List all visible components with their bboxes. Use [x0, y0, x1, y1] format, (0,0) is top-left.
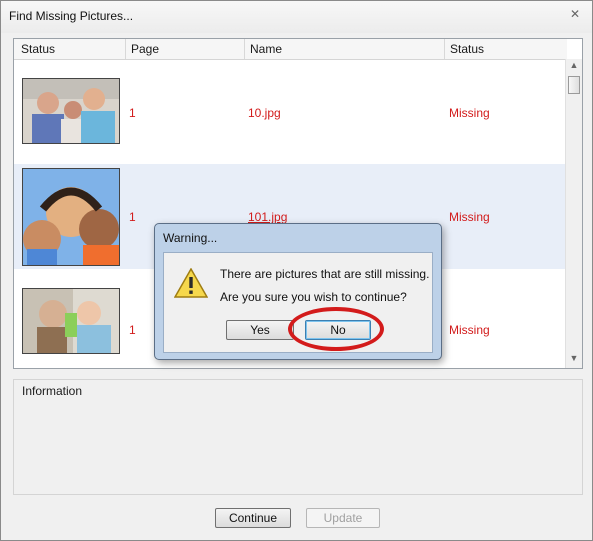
update-button[interactable]: Update: [306, 508, 380, 528]
close-icon[interactable]: ✕: [570, 7, 584, 21]
yes-button[interactable]: Yes: [226, 320, 294, 340]
find-missing-pictures-window: Find Missing Pictures... ✕ Status Page N…: [0, 0, 593, 541]
page-cell: 1: [129, 106, 136, 120]
page-cell: 1: [129, 210, 136, 224]
column-header-name[interactable]: Name: [250, 42, 282, 56]
warning-message-line-2: Are you sure you wish to continue?: [220, 290, 407, 304]
page-cell: 1: [129, 323, 136, 337]
continue-button[interactable]: Continue: [215, 508, 291, 528]
title-bar: Find Missing Pictures... ✕: [1, 1, 592, 33]
status-cell: Missing: [449, 210, 490, 224]
window-title: Find Missing Pictures...: [9, 9, 134, 23]
scrollbar-thumb[interactable]: [568, 76, 580, 94]
information-group: Information: [13, 379, 583, 495]
red-highlight-circle: [288, 307, 384, 351]
dialog-title: Warning...: [163, 231, 218, 245]
picture-thumbnail: [22, 168, 120, 266]
picture-thumbnail: [22, 288, 120, 354]
warning-icon: [174, 268, 208, 298]
column-header-status[interactable]: Status: [450, 42, 484, 56]
column-header-page[interactable]: Page: [131, 42, 159, 56]
column-separator[interactable]: [444, 39, 445, 59]
column-header-status[interactable]: Status: [21, 42, 55, 56]
chevron-down-icon[interactable]: ▼: [566, 353, 582, 367]
chevron-up-icon[interactable]: ▲: [566, 60, 582, 74]
vertical-scrollbar[interactable]: ▲ ▼: [565, 59, 582, 368]
column-separator[interactable]: [244, 39, 245, 59]
table-row[interactable]: 1 10.jpg Missing: [14, 59, 567, 164]
name-cell: 10.jpg: [248, 106, 281, 120]
picture-thumbnail: [22, 78, 120, 144]
information-label: Information: [22, 384, 83, 398]
status-cell: Missing: [449, 323, 490, 337]
warning-message-line-1: There are pictures that are still missin…: [220, 267, 430, 281]
column-separator[interactable]: [125, 39, 126, 59]
status-cell: Missing: [449, 106, 490, 120]
name-cell: 101.jpg: [248, 210, 288, 224]
list-header: Status Page Name Status: [14, 39, 567, 60]
